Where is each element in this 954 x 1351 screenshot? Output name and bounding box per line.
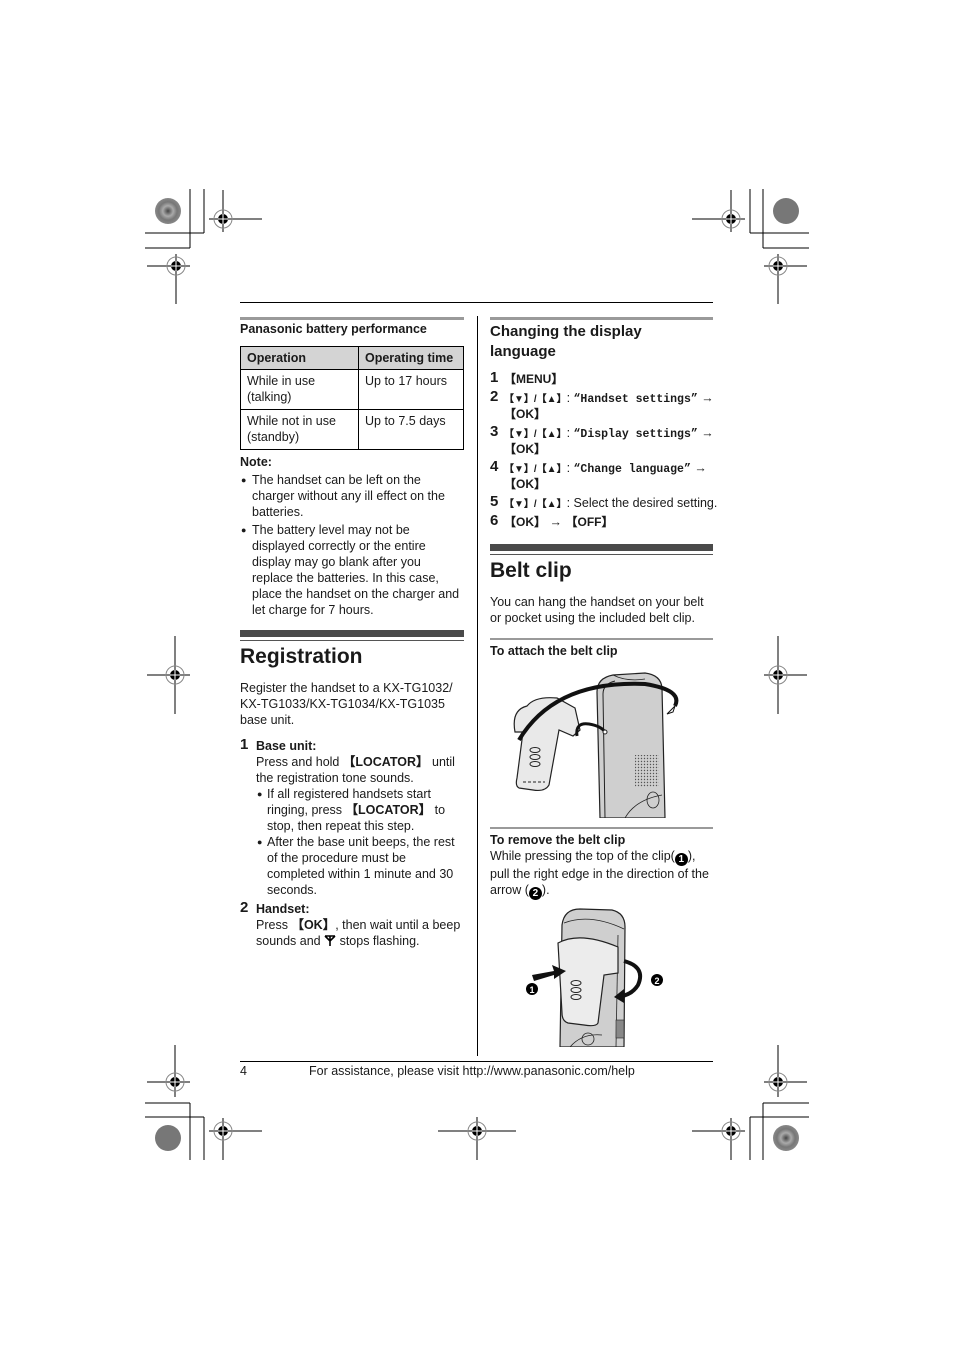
menu-item-text: “Handset settings” bbox=[573, 393, 698, 406]
registration-heading: Registration bbox=[240, 645, 363, 668]
ok-key: 【OK】 bbox=[291, 918, 336, 932]
table-cell-time: Up to 17 hours bbox=[358, 369, 464, 410]
nav-keys: 【▼】/【▲】 bbox=[504, 499, 567, 510]
step-label: Handset: bbox=[256, 902, 310, 916]
step-label: Base unit: bbox=[256, 739, 317, 753]
crop-mark-bottom-center bbox=[438, 1117, 516, 1160]
table-header-operation: Operation bbox=[240, 346, 359, 370]
subsection-rule bbox=[490, 827, 713, 829]
note-label: Note: bbox=[240, 455, 272, 469]
ok-key: 【OK】 bbox=[504, 442, 547, 456]
table-row: While in use (talking) Up to 17 hours bbox=[240, 369, 464, 410]
display-language-steps: 1 【MENU】 2 【▼】/【▲】: “Handset settings” →… bbox=[490, 369, 718, 532]
footer-rule bbox=[240, 1061, 713, 1062]
belt-clip-intro: You can hang the handset on your belt or… bbox=[490, 595, 704, 625]
belt-clip-heading: Belt clip bbox=[490, 559, 572, 582]
step-item: 6 【OK】 → 【OFF】 bbox=[490, 512, 614, 530]
bullet-icon: ● bbox=[257, 789, 263, 799]
belt-clip-remove-illustration: 1 2 bbox=[526, 908, 663, 1047]
section-rule bbox=[490, 317, 713, 320]
section-bar bbox=[240, 630, 464, 637]
callout-2-icon: 2 bbox=[528, 887, 542, 900]
table-header-row: Operation Operating time bbox=[240, 346, 464, 370]
menu-item-text: “Change language” bbox=[573, 463, 691, 476]
step-item: 2 【▼】/【▲】: “Handset settings” → 【OK】 bbox=[490, 388, 714, 422]
registration-intro: Register the handset to a KX-TG1032/ KX-… bbox=[240, 681, 453, 727]
crop-mark-mid-left bbox=[147, 636, 190, 714]
battery-performance-table: Operation Operating time While in use (ta… bbox=[240, 346, 464, 450]
bullet-icon: ● bbox=[257, 837, 263, 847]
antenna-icon bbox=[324, 934, 336, 948]
table-header-operating-time: Operating time bbox=[358, 346, 464, 370]
bullet-icon: ● bbox=[241, 475, 247, 485]
table-cell-operation: While in use (talking) bbox=[240, 369, 359, 410]
display-language-heading: Changing the display language bbox=[490, 323, 642, 360]
step-item: 3 【▼】/【▲】: “Display settings” → 【OK】 bbox=[490, 423, 714, 457]
arrow-icon: → bbox=[701, 426, 714, 440]
color-target-icon bbox=[773, 1125, 799, 1151]
svg-text:2: 2 bbox=[654, 976, 659, 986]
color-target-icon bbox=[155, 198, 181, 224]
section-bar bbox=[490, 544, 713, 551]
column-divider bbox=[477, 316, 478, 1056]
section-bar-thin bbox=[240, 640, 464, 641]
section-bar-thin bbox=[490, 554, 713, 555]
subsection-rule bbox=[490, 638, 713, 640]
belt-clip-attach-illustration bbox=[513, 672, 679, 818]
menu-key: 【MENU】 bbox=[504, 372, 564, 386]
locator-key: 【LOCATOR】 bbox=[345, 803, 432, 817]
crop-mark-bottom-right bbox=[692, 1045, 809, 1160]
crop-mark-mid-right bbox=[764, 636, 807, 714]
bullet-icon: ● bbox=[241, 525, 247, 535]
page-number: 4 bbox=[240, 1064, 247, 1078]
color-target-icon bbox=[155, 1125, 181, 1151]
step-item: 4 【▼】/【▲】: “Change language” → 【OK】 bbox=[490, 458, 707, 492]
nav-keys: 【▼】/【▲】 bbox=[504, 429, 567, 440]
remove-belt-clip-section: To remove the belt clip While pressing t… bbox=[490, 832, 715, 900]
svg-text:1: 1 bbox=[529, 985, 534, 995]
locator-key: 【LOCATOR】 bbox=[342, 755, 429, 769]
color-target-icon bbox=[773, 198, 799, 224]
step-number: 1 bbox=[240, 736, 249, 753]
step-bullet: After the base unit beeps, the rest of t… bbox=[267, 835, 455, 897]
attach-belt-clip-subtitle: To attach the belt clip bbox=[490, 644, 618, 658]
nav-keys: 【▼】/【▲】 bbox=[504, 464, 567, 475]
crop-mark-top-left bbox=[145, 189, 262, 304]
assistance-text: For assistance, please visit http://www.… bbox=[309, 1064, 635, 1078]
table-cell-operation: While not in use (standby) bbox=[240, 409, 359, 450]
arrow-icon: → bbox=[701, 391, 714, 405]
table-cell-time: Up to 7.5 days bbox=[358, 409, 464, 450]
battery-performance-title: Panasonic battery performance bbox=[240, 322, 427, 336]
header-rule bbox=[240, 302, 713, 303]
section-rule bbox=[240, 317, 464, 320]
step-number: 2 bbox=[240, 899, 249, 916]
ok-key: 【OK】 bbox=[504, 477, 547, 491]
crop-mark-top-right bbox=[692, 189, 809, 304]
callout-1-icon: 1 bbox=[674, 853, 688, 866]
step-bullet: If all registered handsets start ringing… bbox=[267, 787, 446, 833]
step-item: 1 【MENU】 bbox=[490, 369, 564, 387]
arrow-icon: → bbox=[694, 461, 707, 475]
menu-item-text: “Display settings” bbox=[573, 428, 698, 441]
table-row: While not in use (standby) Up to 7.5 days bbox=[240, 409, 464, 450]
remove-belt-clip-subtitle: To remove the belt clip bbox=[490, 833, 626, 847]
ok-key: 【OK】 bbox=[504, 515, 547, 529]
step-item: 5 【▼】/【▲】: Select the desired setting. bbox=[490, 493, 718, 511]
arrow-icon: → bbox=[549, 515, 563, 529]
ok-key: 【OK】 bbox=[504, 407, 547, 421]
off-key: 【OFF】 bbox=[565, 515, 614, 529]
nav-keys: 【▼】/【▲】 bbox=[504, 394, 567, 405]
